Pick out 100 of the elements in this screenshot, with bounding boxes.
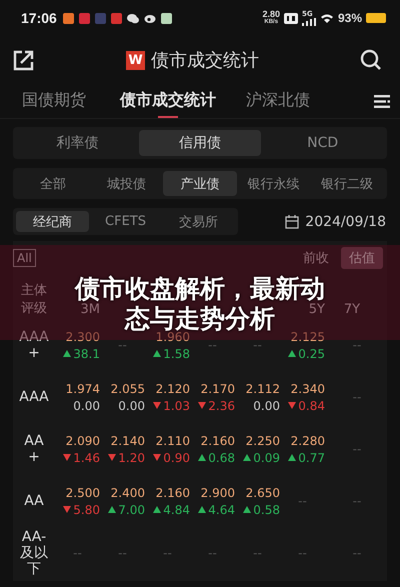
up-triangle-icon [63,350,72,357]
change-value: 4.64 [208,502,235,516]
segment-option[interactable]: 产业债 [163,171,237,196]
empty-cell: -- [208,546,217,560]
empty-cell: -- [163,546,172,560]
change-value: 1.46 [73,450,100,464]
yield-value: 2.090 [66,434,100,448]
empty-cell: -- [118,546,127,560]
rating-label: AA+ [23,432,45,466]
share-button[interactable] [13,49,35,71]
yield-value: 2.140 [110,434,145,448]
empty-cell: -- [352,390,362,404]
yield-value: 2.120 [156,382,190,396]
battery-percent: 93% [338,11,362,25]
up-triangle-icon [243,506,252,513]
yield-value: 2.250 [246,434,280,448]
search-icon [360,49,382,71]
wifi-icon [320,12,334,24]
down-triangle-icon [63,506,72,513]
change-value: 7.00 [118,502,145,516]
empty-cell: -- [118,338,127,352]
app-notification-icon [110,12,122,24]
empty-cell: -- [352,442,362,456]
up-triangle-icon [153,350,162,357]
date-picker[interactable]: 2024/09/18 [285,214,386,230]
up-triangle-icon [198,506,206,513]
tab[interactable]: 债市成交统计 [120,84,216,118]
change-value: 0.00 [118,398,145,412]
mode-toggle[interactable]: 前收 [295,247,337,269]
down-triangle-icon [153,402,162,409]
yield-value: 1.974 [66,382,100,396]
eye-icon [144,12,156,24]
up-triangle-icon [198,454,206,461]
segment-option[interactable]: CFETS [89,211,162,232]
yield-value: 2.110 [156,434,190,448]
tab[interactable]: 国债期货 [22,84,86,118]
empty-cell: -- [73,546,82,560]
segment-option[interactable]: 信用债 [138,130,262,156]
battery-icon [366,13,386,23]
segment-option[interactable]: 银行永续 [236,171,310,196]
app-notification-icon [94,12,106,24]
filter-button[interactable]: All [13,249,36,267]
yield-value: 2.400 [110,486,145,500]
column-header: 主体评级 [20,282,48,317]
change-value: 0.09 [253,450,280,464]
menu-button[interactable] [374,94,390,108]
search-button[interactable] [360,49,382,71]
change-value: 0.68 [208,450,235,464]
mode-toggle[interactable]: 估值 [341,247,383,269]
page-title: 债市成交统计 [151,49,259,72]
change-value: 0.25 [298,346,325,360]
clock: 17:06 [21,10,57,26]
change-value: 5.80 [73,502,100,516]
yield-value: 2.112 [246,382,280,396]
change-value: 2.36 [208,398,235,412]
up-triangle-icon [288,454,296,461]
empty-cell: -- [298,494,307,508]
yield-value: 2.125 [290,330,325,344]
change-value: 0.00 [73,398,100,412]
chat-icon [126,12,139,24]
up-triangle-icon [153,506,162,513]
segment-option[interactable]: 全部 [16,171,90,196]
menu-icon [374,94,390,108]
empty-cell: -- [253,338,262,352]
yield-value: 2.300 [66,330,100,344]
hd-icon [284,12,298,24]
down-triangle-icon [108,454,116,461]
tab[interactable]: 沪深北债 [246,84,310,118]
yield-value: 2.900 [200,486,235,500]
segment-option[interactable]: 利率债 [16,130,139,156]
change-value: 0.84 [298,398,325,412]
change-value: 1.20 [118,450,145,464]
app-notification-icon [78,12,90,24]
down-triangle-icon [288,402,296,409]
share-icon [13,49,35,71]
empty-cell: -- [352,494,362,508]
change-value: 4.84 [163,502,190,516]
change-value: 0.90 [163,450,190,464]
column-header: 5Y [308,302,325,317]
up-triangle-icon [108,506,116,513]
segment-option[interactable]: 交易所 [162,211,235,232]
logo: W [126,50,145,70]
rating-label: AA-及以下 [19,528,49,578]
empty-cell: -- [352,546,362,560]
segment-option[interactable]: 经纪商 [16,211,89,232]
segment-option[interactable]: 城投债 [90,171,164,196]
segment-option[interactable]: NCD [261,130,384,156]
yield-value: 2.340 [290,382,325,396]
app-notification-icon [160,12,172,24]
empty-cell: -- [352,338,362,352]
up-triangle-icon [288,350,296,357]
down-triangle-icon [198,402,206,409]
yield-value: 1.960 [156,330,190,344]
up-triangle-icon [243,454,252,461]
down-triangle-icon [63,454,72,461]
column-header: 7Y [344,302,360,317]
rating-label: AAA [19,388,49,406]
change-value: 0.58 [253,502,280,516]
segment-option[interactable]: 银行二级 [310,171,384,196]
yield-value: 2.500 [66,486,100,500]
